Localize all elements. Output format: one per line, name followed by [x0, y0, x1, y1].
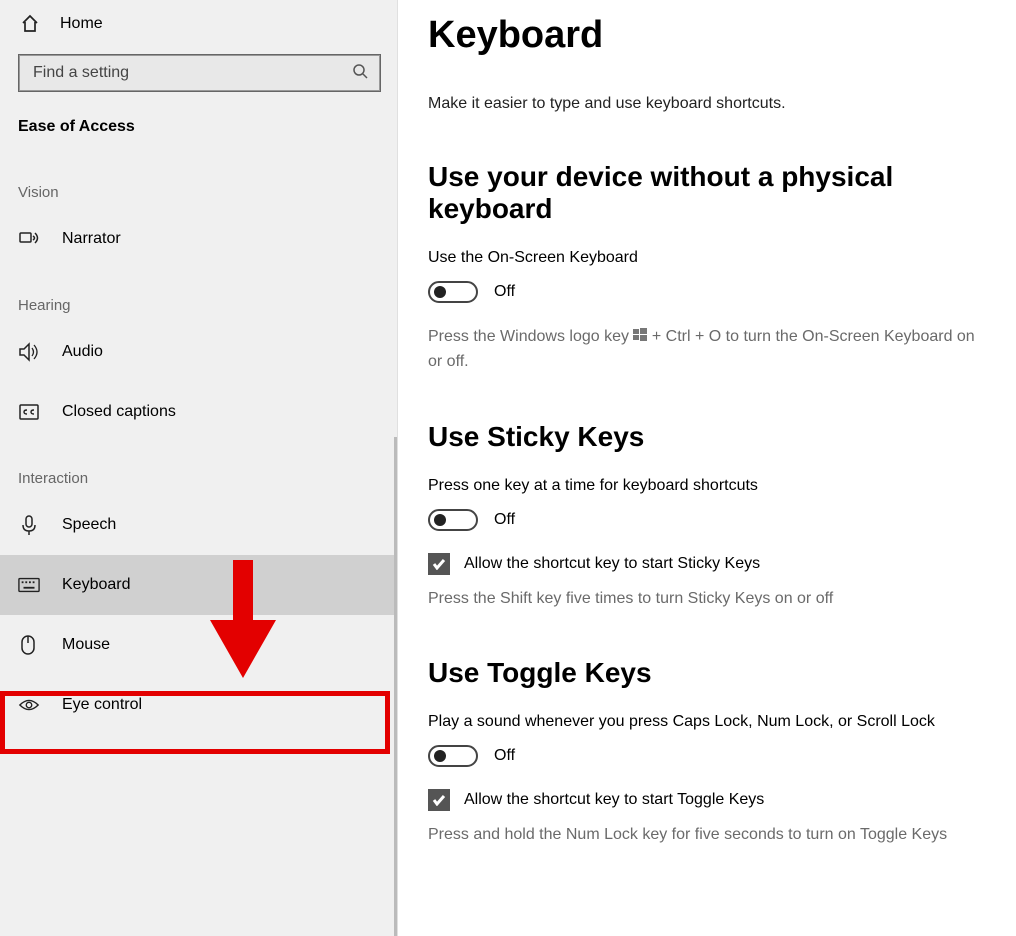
home-icon [20, 14, 40, 34]
togglekeys-checkbox-label: Allow the shortcut key to start Toggle K… [464, 791, 764, 809]
closed-captions-icon [18, 401, 40, 423]
onscreen-hint: Press the Windows logo key + Ctrl + O to… [428, 325, 988, 375]
page-title: Keyboard [428, 14, 988, 57]
togglekeys-label: Play a sound whenever you press Caps Loc… [428, 713, 988, 731]
toggle-keys-toggle[interactable] [428, 745, 478, 767]
sidebar-item-label: Speech [62, 516, 116, 534]
narrator-icon [18, 228, 40, 250]
keyboard-icon [18, 576, 40, 594]
sticky-label: Press one key at a time for keyboard sho… [428, 477, 988, 495]
audio-icon [18, 341, 40, 363]
eye-icon [18, 697, 40, 713]
category-title: Ease of Access [0, 114, 397, 156]
sidebar-item-keyboard[interactable]: Keyboard [0, 555, 397, 615]
section-onscreen-title: Use your device without a physical keybo… [428, 161, 988, 225]
sidebar-item-label: Closed captions [62, 403, 176, 421]
scrollbar[interactable] [394, 437, 397, 936]
group-hearing-title: Hearing [0, 269, 397, 322]
sidebar-item-label: Keyboard [62, 576, 131, 594]
sidebar-item-label: Eye control [62, 696, 142, 714]
section-togglekeys-title: Use Toggle Keys [428, 657, 988, 689]
sidebar-item-label: Mouse [62, 636, 110, 654]
sidebar-item-closed-captions[interactable]: Closed captions [0, 382, 397, 442]
sidebar-item-home[interactable]: Home [0, 0, 397, 48]
search-box[interactable] [18, 54, 381, 92]
mouse-icon [18, 634, 40, 656]
microphone-icon [18, 514, 40, 536]
sticky-keys-toggle[interactable] [428, 509, 478, 531]
section-sticky-title: Use Sticky Keys [428, 421, 988, 453]
search-icon [340, 63, 380, 83]
onscreen-label: Use the On-Screen Keyboard [428, 249, 988, 267]
togglekeys-hint: Press and hold the Num Lock key for five… [428, 823, 988, 848]
sidebar-item-label: Audio [62, 343, 103, 361]
sidebar-item-audio[interactable]: Audio [0, 322, 397, 382]
sticky-toggle-state: Off [494, 511, 515, 529]
onscreen-keyboard-toggle[interactable] [428, 281, 478, 303]
main-content: Keyboard Make it easier to type and use … [398, 0, 1016, 936]
sticky-shortcut-checkbox[interactable] [428, 553, 450, 575]
group-interaction-title: Interaction [0, 442, 397, 495]
home-label: Home [60, 15, 103, 33]
windows-logo-icon [633, 326, 647, 340]
sticky-hint: Press the Shift key five times to turn S… [428, 587, 988, 612]
togglekeys-toggle-state: Off [494, 747, 515, 765]
sticky-checkbox-label: Allow the shortcut key to start Sticky K… [464, 555, 760, 573]
page-subtitle: Make it easier to type and use keyboard … [428, 95, 988, 113]
sidebar: Home Ease of Access Vision Narrator Hear… [0, 0, 398, 936]
search-input[interactable] [19, 64, 340, 82]
sidebar-item-speech[interactable]: Speech [0, 495, 397, 555]
sidebar-item-label: Narrator [62, 230, 121, 248]
onscreen-toggle-state: Off [494, 283, 515, 301]
group-vision-title: Vision [0, 156, 397, 209]
sidebar-item-narrator[interactable]: Narrator [0, 209, 397, 269]
sidebar-item-mouse[interactable]: Mouse [0, 615, 397, 675]
togglekeys-shortcut-checkbox[interactable] [428, 789, 450, 811]
sidebar-item-eye-control[interactable]: Eye control [0, 675, 397, 735]
